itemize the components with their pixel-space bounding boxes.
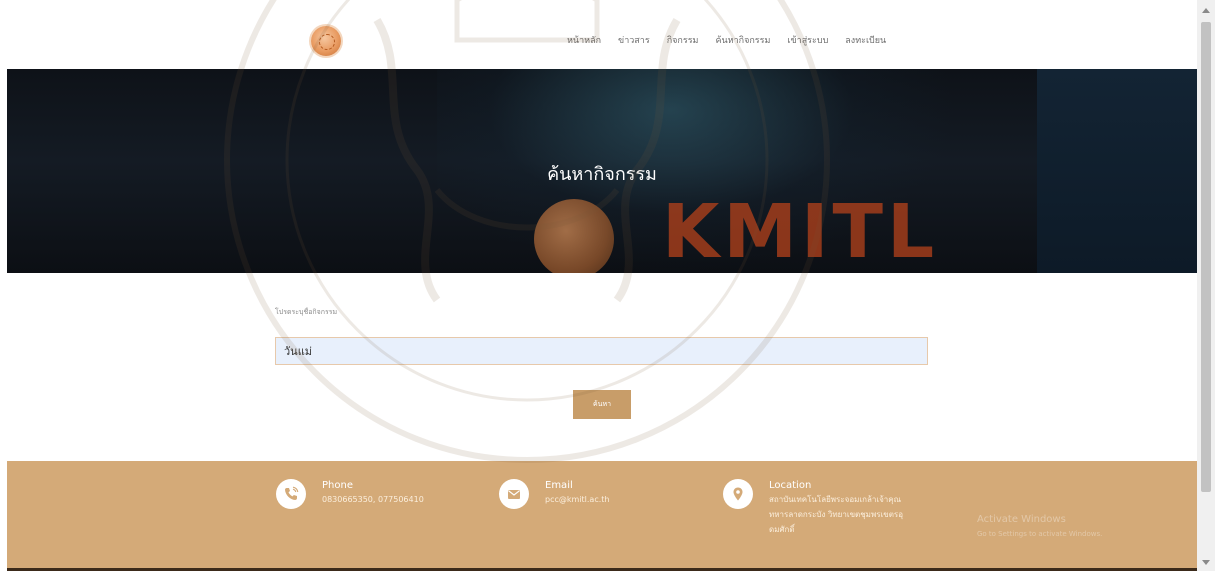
- watermark-title: Activate Windows: [977, 514, 1066, 525]
- nav-link-home[interactable]: หน้าหลัก: [567, 33, 601, 47]
- navbar: หน้าหลัก ข่าวสาร กิจกรรม ค้นหากิจกรรม เข…: [7, 9, 1197, 69]
- nav-link-register[interactable]: ลงทะเบียน: [845, 33, 886, 47]
- footer: Phone 0830665350, 077506410 Email pcc@km…: [7, 461, 1197, 571]
- phone-value: 0830665350, 077506410: [322, 495, 424, 504]
- scroll-up-arrow[interactable]: [1202, 8, 1210, 13]
- search-label: โปรดระบุชื่อกิจกรรม: [275, 308, 338, 316]
- scroll-down-arrow[interactable]: [1202, 560, 1210, 565]
- hero-brand-text: KMITL: [662, 189, 939, 273]
- nav-link-news[interactable]: ข่าวสาร: [618, 33, 650, 47]
- hero-orb: [534, 199, 614, 273]
- page-title: ค้นหากิจกรรม: [547, 164, 657, 185]
- location-title: Location: [769, 480, 812, 491]
- contact-email: Email pcc@kmitl.ac.th: [499, 479, 609, 509]
- windows-activation-watermark: Activate Windows Go to Settings to activ…: [977, 513, 1102, 541]
- contact-phone: Phone 0830665350, 077506410: [276, 479, 424, 509]
- page: หน้าหลัก ข่าวสาร กิจกรรม ค้นหากิจกรรม เข…: [7, 0, 1197, 571]
- location-line-1: สถาบันเทคโนโลยีพระจอมเกล้าเจ้าคุณ: [769, 495, 902, 504]
- nav-link-search-activities[interactable]: ค้นหากิจกรรม: [715, 33, 770, 47]
- search-input[interactable]: [275, 337, 928, 365]
- vertical-scrollbar[interactable]: [1197, 0, 1215, 571]
- nav-link-login[interactable]: เข้าสู่ระบบ: [787, 33, 828, 47]
- logo-ring: [319, 34, 335, 50]
- location-line-2: ทหารลาดกระบัง วิทยาเขตชุมพรเขตรอุ: [769, 510, 904, 519]
- email-title: Email: [545, 480, 573, 491]
- location-line-3: ดมศักดิ์: [769, 525, 795, 534]
- scroll-thumb[interactable]: [1201, 22, 1211, 492]
- hero-banner: KMITL ค้นหากิจกรรม: [7, 69, 1197, 273]
- envelope-icon: [499, 479, 529, 509]
- email-value[interactable]: pcc@kmitl.ac.th: [545, 492, 609, 507]
- search-button[interactable]: ค้นหา: [573, 390, 631, 419]
- nav-link-activities[interactable]: กิจกรรม: [667, 33, 699, 47]
- contact-location: Location สถาบันเทคโนโลยีพระจอมเกล้าเจ้าค…: [723, 479, 903, 537]
- map-pin-icon: [723, 479, 753, 509]
- phone-icon: [276, 479, 306, 509]
- nav-links: หน้าหลัก ข่าวสาร กิจกรรม ค้นหากิจกรรม เข…: [567, 33, 903, 47]
- phone-title: Phone: [322, 480, 353, 491]
- watermark-subtitle: Go to Settings to activate Windows.: [977, 530, 1103, 538]
- university-seal-logo[interactable]: [311, 26, 341, 56]
